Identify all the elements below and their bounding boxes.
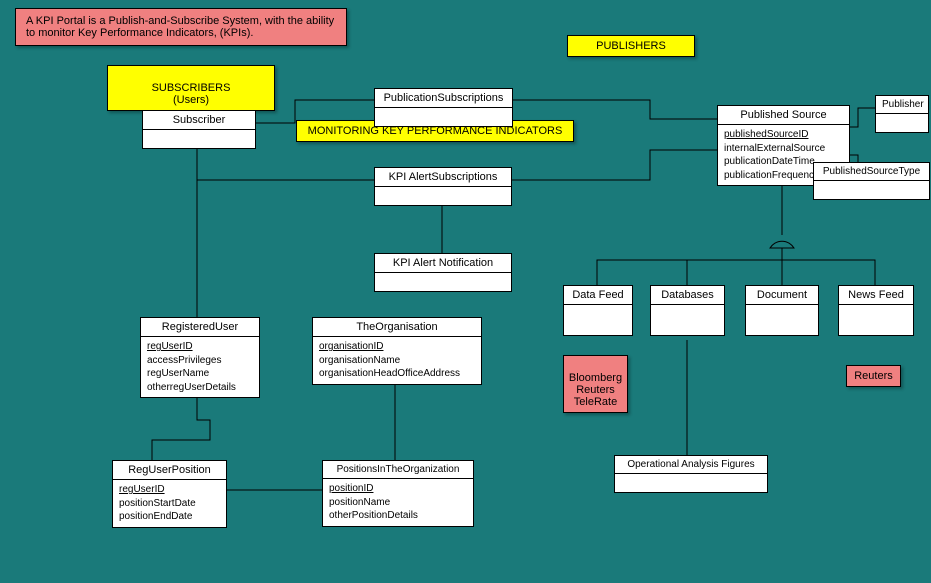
note-reuters-text: Reuters	[854, 370, 893, 382]
entity-kpi-alert-subscriptions: KPI AlertSubscriptions	[374, 167, 512, 206]
entity-news-feed: News Feed	[838, 285, 914, 336]
entity-operational-analysis-figures-title: Operational Analysis Figures	[615, 456, 767, 474]
note-reuters: Reuters	[846, 365, 901, 387]
entity-databases: Databases	[650, 285, 725, 336]
entity-operational-analysis-figures: Operational Analysis Figures	[614, 455, 768, 493]
entity-document-title: Document	[746, 286, 818, 305]
entity-reg-user-position-title: RegUserPosition	[113, 461, 226, 480]
entity-kpi-alert-notification: KPI Alert Notification	[374, 253, 512, 292]
entity-subscriber: Subscriber	[142, 110, 256, 149]
entity-kpi-alert-notification-title: KPI Alert Notification	[375, 254, 511, 273]
entity-the-organisation-title: TheOrganisation	[313, 318, 481, 337]
entity-the-organisation: TheOrganisation organisationID organisat…	[312, 317, 482, 385]
note-publishers-text: PUBLISHERS	[596, 40, 666, 52]
note-subscribers-text: SUBSCRIBERS (Users)	[152, 82, 231, 106]
entity-publisher-title: Publisher	[876, 96, 928, 114]
entity-data-feed-title: Data Feed	[564, 286, 632, 305]
note-description: A KPI Portal is a Publish-and-Subscribe …	[15, 8, 347, 46]
entity-reg-user-position: RegUserPosition regUserID positionStartD…	[112, 460, 227, 528]
entity-news-feed-title: News Feed	[839, 286, 913, 305]
entity-subscriber-title: Subscriber	[143, 111, 255, 130]
note-subscribers: SUBSCRIBERS (Users)	[107, 65, 275, 111]
entity-published-source-type: PublishedSourceType	[813, 162, 930, 200]
entity-publication-subscriptions-title: PublicationSubscriptions	[375, 89, 512, 108]
entity-databases-title: Databases	[651, 286, 724, 305]
entity-kpi-alert-subscriptions-title: KPI AlertSubscriptions	[375, 168, 511, 187]
note-publishers: PUBLISHERS	[567, 35, 695, 57]
entity-positions-in-organization: PositionsInTheOrganization positionID po…	[322, 460, 474, 527]
entity-publication-subscriptions: PublicationSubscriptions	[374, 88, 513, 127]
entity-published-source-type-title: PublishedSourceType	[814, 163, 929, 181]
entity-data-feed: Data Feed	[563, 285, 633, 336]
entity-positions-in-organization-attrs: positionID positionName otherPositionDet…	[323, 479, 473, 526]
entity-reg-user-position-attrs: regUserID positionStartDate positionEndD…	[113, 480, 226, 527]
entity-published-source-title: Published Source	[718, 106, 849, 125]
entity-positions-in-organization-title: PositionsInTheOrganization	[323, 461, 473, 479]
entity-registered-user-title: RegisteredUser	[141, 318, 259, 337]
note-bloomberg: Bloomberg Reuters TeleRate	[563, 355, 628, 413]
entity-registered-user: RegisteredUser regUserID accessPrivilege…	[140, 317, 260, 398]
entity-publisher: Publisher	[875, 95, 929, 133]
entity-the-organisation-attrs: organisationID organisationName organisa…	[313, 337, 481, 384]
note-description-text: A KPI Portal is a Publish-and-Subscribe …	[26, 15, 334, 39]
entity-document: Document	[745, 285, 819, 336]
note-bloomberg-text: Bloomberg Reuters TeleRate	[569, 372, 622, 408]
entity-registered-user-attrs: regUserID accessPrivileges regUserName o…	[141, 337, 259, 397]
